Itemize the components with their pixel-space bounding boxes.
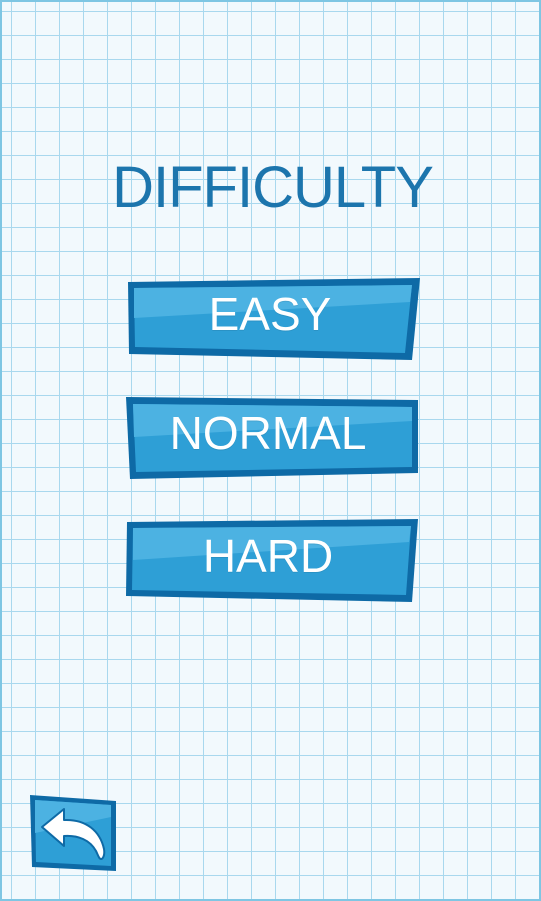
easy-button-label: EASY	[208, 288, 332, 340]
normal-button[interactable]: NORMAL	[126, 397, 418, 479]
back-arrow-icon	[30, 795, 116, 871]
hard-button-label: HARD	[202, 530, 334, 582]
hard-button[interactable]: HARD	[126, 519, 418, 602]
easy-button[interactable]: EASY	[128, 278, 420, 360]
game-screen: DIFFICULTY EASY NORMAL HARD	[0, 0, 541, 901]
normal-button-label: NORMAL	[169, 407, 367, 459]
back-button[interactable]	[30, 795, 116, 871]
page-title: DIFFICULTY	[112, 155, 434, 220]
